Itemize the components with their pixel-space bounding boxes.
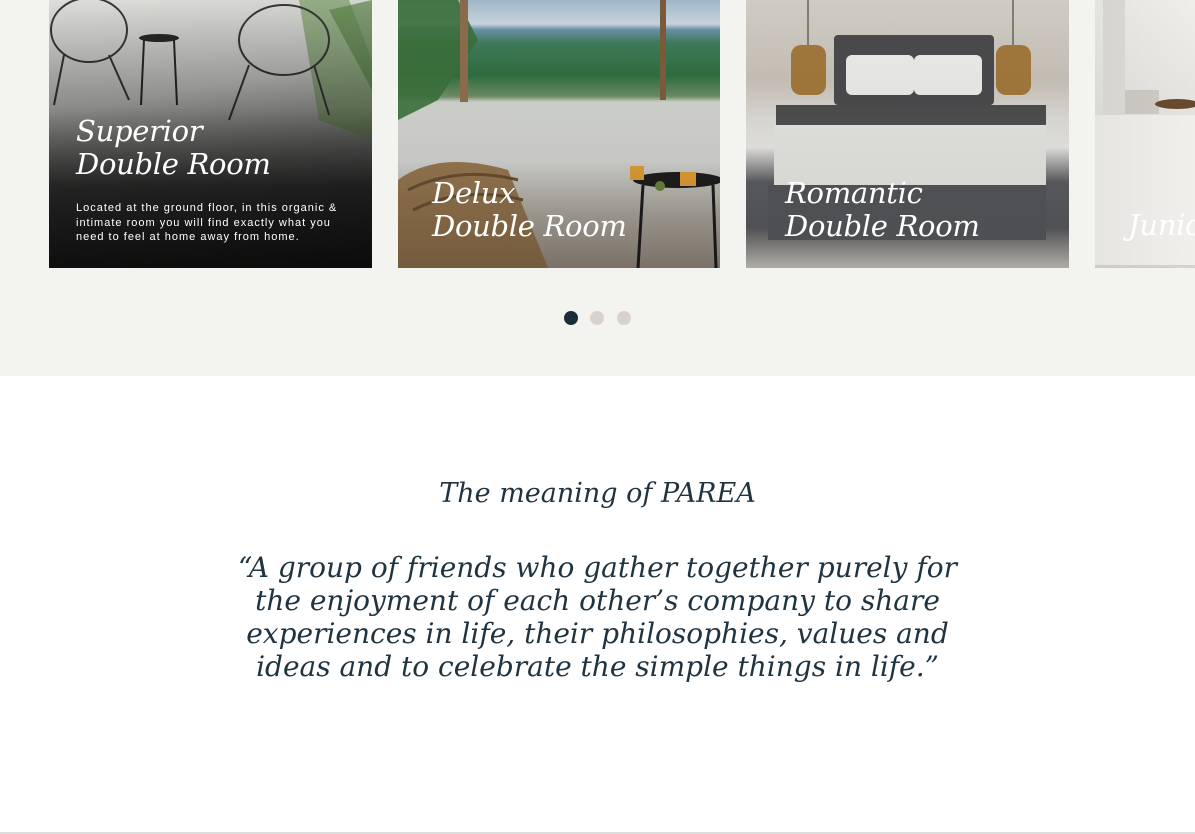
parea-quote: “A group of friends who gather together … bbox=[0, 551, 1195, 683]
room-card-title: Delux Double Room bbox=[432, 177, 627, 243]
parea-heading: The meaning of PAREA bbox=[439, 478, 756, 509]
room-card-title-line: Double Room bbox=[432, 209, 627, 243]
room-card-junior[interactable]: Junio bbox=[1095, 0, 1195, 268]
parea-quote-line: experiences in life, their philosophies,… bbox=[246, 617, 949, 650]
room-card-romantic-double[interactable]: Romantic Double Room bbox=[746, 0, 1069, 268]
room-card-title-line: Junio bbox=[1128, 208, 1195, 242]
room-card-title-line: Superior bbox=[76, 114, 203, 148]
room-card-title: Junio bbox=[1128, 209, 1195, 242]
room-card-title-line: Delux bbox=[432, 176, 516, 210]
parea-quote-line: the enjoyment of each other’s company to… bbox=[255, 584, 940, 617]
pagination-dot-2[interactable] bbox=[590, 311, 604, 325]
carousel-pagination bbox=[0, 311, 1195, 325]
parea-quote-line: “A group of friends who gather together … bbox=[238, 551, 957, 584]
pagination-dot-3[interactable] bbox=[617, 311, 631, 325]
parea-quote-line: ideas and to celebrate the simple things… bbox=[256, 650, 939, 683]
room-card-title: Superior Double Room bbox=[76, 115, 271, 181]
pagination-dot-1[interactable] bbox=[564, 311, 578, 325]
room-card-superior-double[interactable]: Superior Double Room Located at the grou… bbox=[49, 0, 372, 268]
room-card-title-line: Double Room bbox=[76, 147, 271, 181]
room-card-title-line: Romantic bbox=[785, 176, 923, 210]
room-card-title-line: Double Room bbox=[785, 209, 980, 243]
rooms-carousel: Superior Double Room Located at the grou… bbox=[0, 0, 1195, 376]
room-card-description: Located at the ground floor, in this org… bbox=[76, 202, 338, 243]
room-card-delux-double[interactable]: Delux Double Room bbox=[398, 0, 720, 268]
parea-meaning-section: The meaning of PAREA “A group of friends… bbox=[0, 376, 1195, 832]
room-card-title: Romantic Double Room bbox=[785, 177, 980, 243]
